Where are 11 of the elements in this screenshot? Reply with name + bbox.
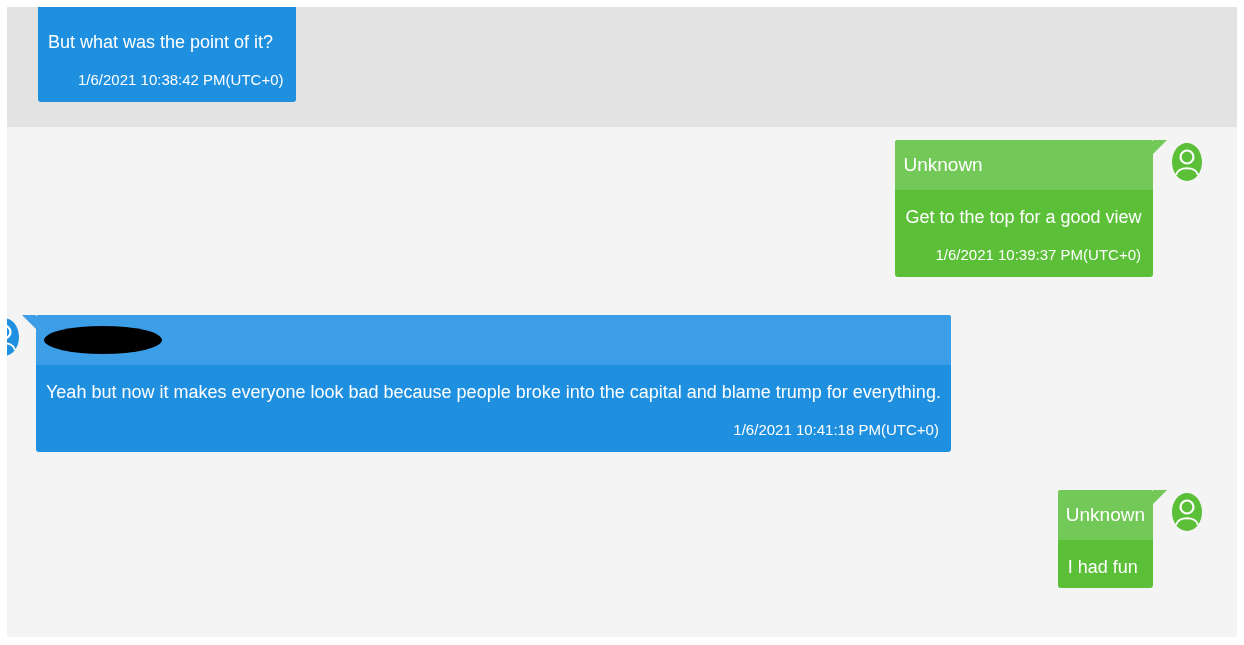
- message-text: Get to the top for a good view: [904, 206, 1143, 229]
- message-timestamp: 1/6/2021 10:41:18 PM(UTC+0): [732, 420, 940, 440]
- user-avatar-icon: [1171, 492, 1203, 532]
- message-text: I had fun: [1066, 556, 1139, 579]
- sender-name: Unknown: [1065, 504, 1145, 526]
- message-timestamp: 1/6/2021 10:39:37 PM(UTC+0): [934, 245, 1142, 265]
- message-timestamp: 1/6/2021 10:38:42 PM(UTC+0): [77, 70, 285, 90]
- message-text: But what was the point of it?: [47, 31, 275, 54]
- user-avatar-icon: [1171, 142, 1203, 182]
- message-text: Yeah but now it makes everyone look bad because people broke into the capital and blame trump for everything.: [45, 381, 942, 404]
- sender-name: Unknown: [903, 154, 983, 176]
